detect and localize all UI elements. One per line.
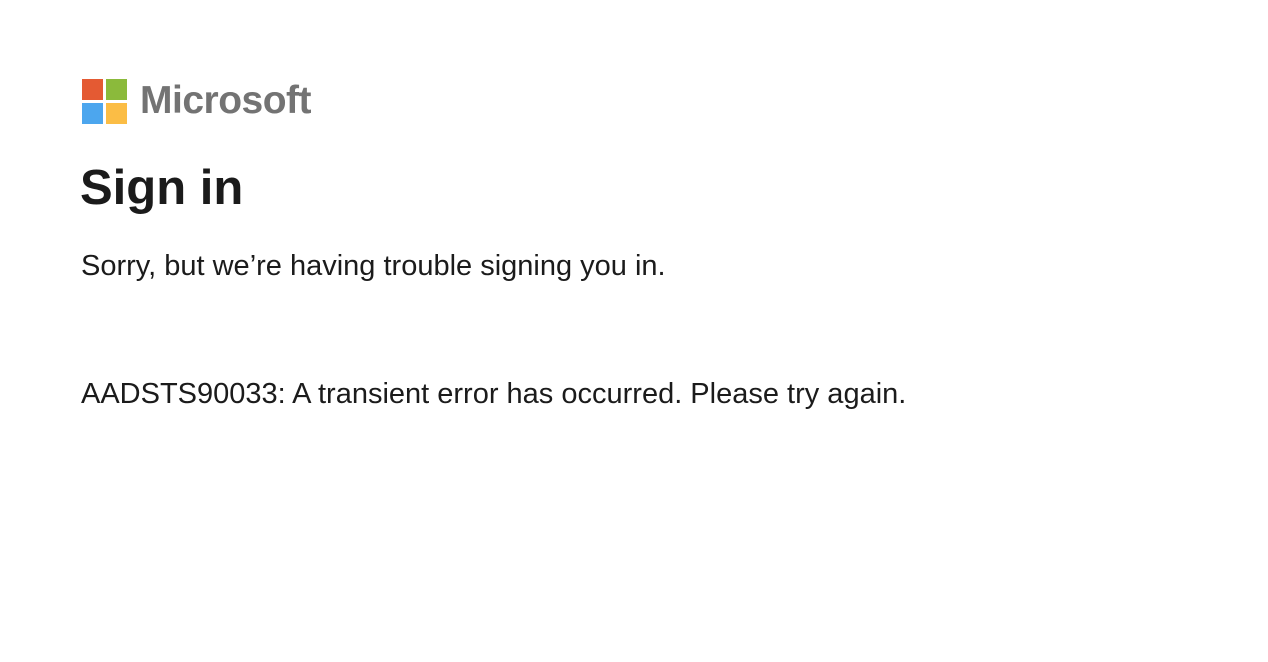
microsoft-wordmark: Microsoft <box>140 79 312 122</box>
logo-square-yellow <box>106 102 127 124</box>
page-title: Sign in <box>80 161 244 215</box>
error-message: AADSTS90033: A transient error has occur… <box>81 378 907 410</box>
sign-in-error-page: Microsoft Sign in Sorry, but we’re havin… <box>0 0 1268 662</box>
microsoft-brand: Microsoft <box>82 78 312 124</box>
logo-square-blue <box>82 102 103 124</box>
microsoft-logo-icon <box>82 78 127 124</box>
error-subtitle: Sorry, but we’re having trouble signing … <box>81 250 666 282</box>
logo-square-red <box>82 78 103 100</box>
logo-square-green <box>106 78 127 100</box>
